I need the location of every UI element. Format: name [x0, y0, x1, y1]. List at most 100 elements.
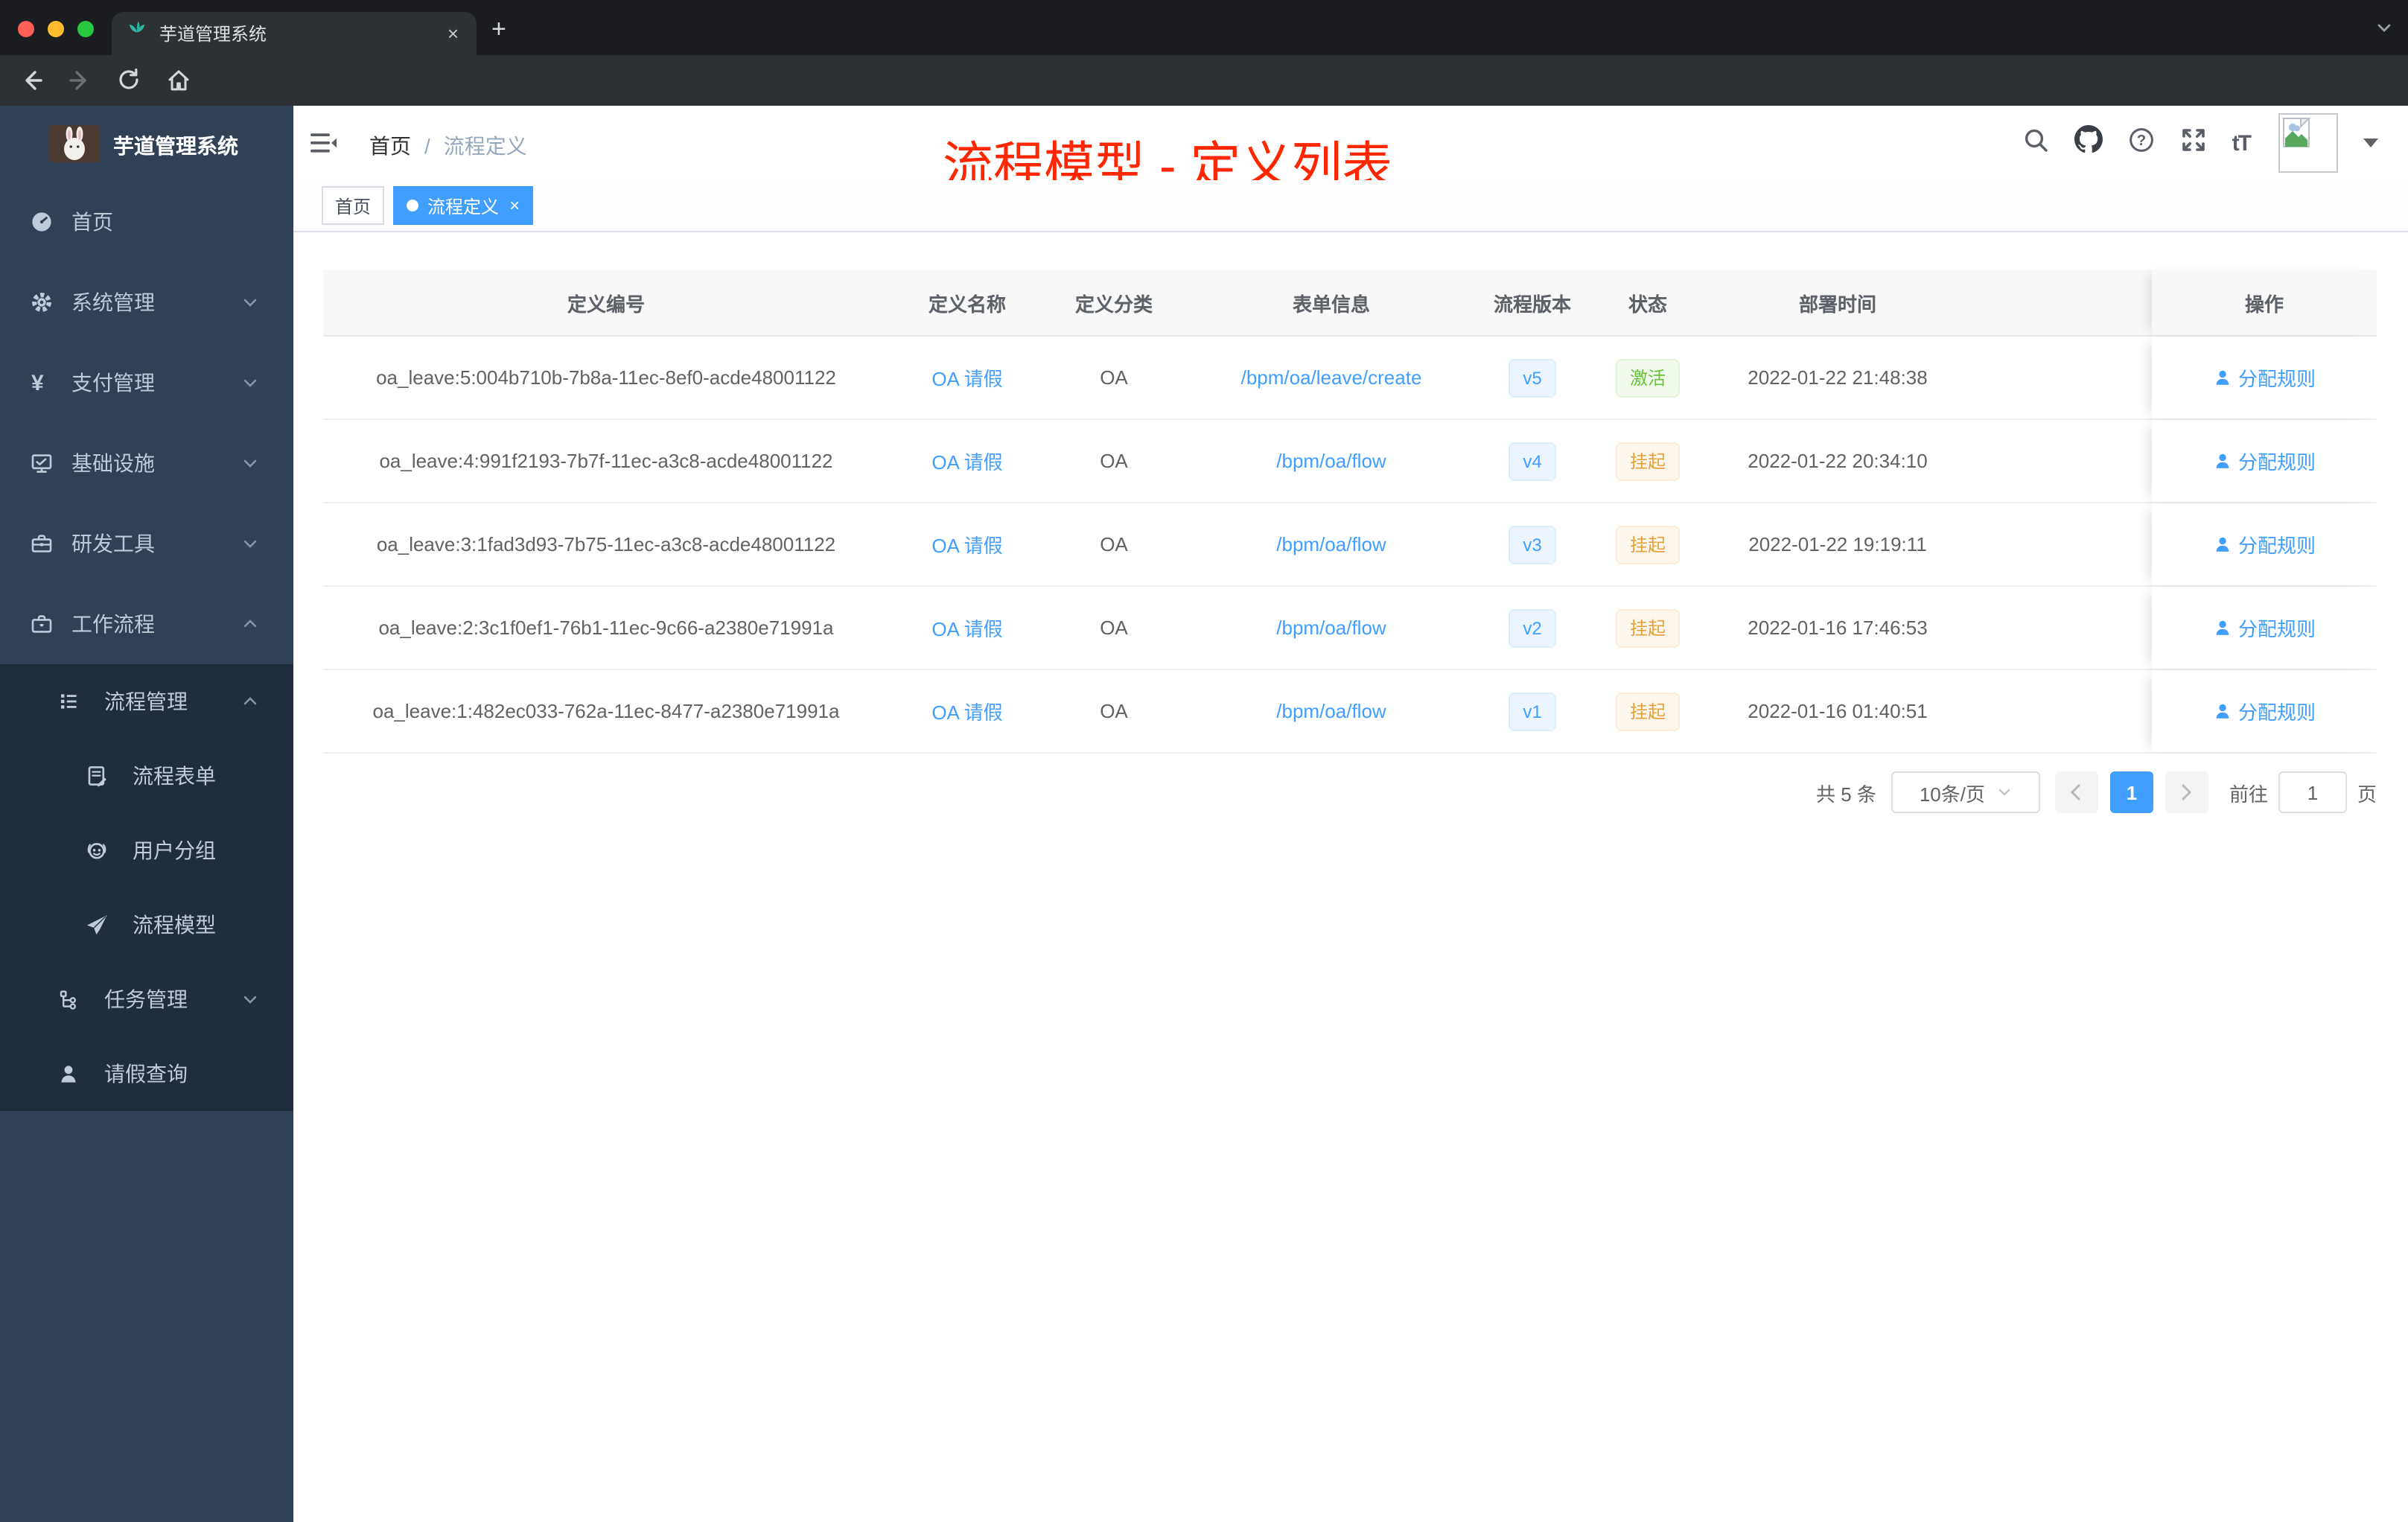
- tag-process-definition[interactable]: 流程定义 ×: [393, 186, 534, 225]
- version-badge: v2: [1508, 608, 1557, 647]
- logo-avatar: [49, 125, 100, 162]
- sidebar-logo[interactable]: 芋道管理系统: [0, 106, 293, 182]
- tab-close-icon[interactable]: ×: [445, 22, 462, 45]
- cell-category: OA: [1100, 617, 1128, 639]
- help-icon[interactable]: ?: [2128, 126, 2155, 160]
- avatar-caret-icon[interactable]: [2363, 130, 2378, 156]
- sidebar-item-infrastructure[interactable]: 基础设施: [0, 423, 293, 503]
- sidebar-item-home[interactable]: 首页: [0, 182, 293, 262]
- browser-toolbar: 不安全 dashboard.yudao.iocoder.cn/bpm/manag…: [0, 55, 2408, 155]
- cell-category: OA: [1100, 366, 1128, 389]
- page-number-input[interactable]: [2278, 771, 2347, 813]
- table-row: oa_leave:3:1fad3d93-7b75-11ec-a3c8-acde4…: [323, 503, 2377, 587]
- version-badge: v4: [1508, 442, 1557, 480]
- table-header-row: 定义编号 定义名称 定义分类 表单信息 流程版本 状态 部署时间 操作: [323, 270, 2377, 337]
- reload-icon[interactable]: [116, 67, 141, 100]
- forward-icon[interactable]: [67, 67, 94, 101]
- cell-deploy-time: 2022-01-16 17:46:53: [1748, 617, 1928, 639]
- fullscreen-icon[interactable]: [2180, 126, 2207, 160]
- version-badge: v1: [1508, 692, 1557, 730]
- sidebar-item-process-management[interactable]: 流程管理: [0, 664, 293, 739]
- face-icon: [87, 843, 106, 859]
- definition-name-link[interactable]: OA 请假: [931, 363, 1002, 392]
- tab-search-icon[interactable]: [2375, 18, 2393, 45]
- sidebar-item-leave-query[interactable]: 请假查询: [0, 1037, 293, 1111]
- cell-deploy-time: 2022-01-22 20:34:10: [1748, 450, 1928, 472]
- app-navbar: 首页 / 流程定义 流程模型 - 定义列表 ? tT: [293, 106, 2408, 195]
- sidebar-item-user-group[interactable]: 用户分组: [0, 813, 293, 888]
- tag-close-icon[interactable]: ×: [509, 197, 520, 214]
- new-tab-button[interactable]: +: [491, 15, 506, 45]
- browser-tab[interactable]: 芋道管理系统 ×: [112, 12, 477, 55]
- chevron-right-icon: [2182, 784, 2193, 800]
- current-page-button[interactable]: 1: [2109, 771, 2153, 813]
- prev-page-button[interactable]: [2054, 771, 2098, 813]
- back-icon[interactable]: [18, 67, 45, 101]
- form-info-link[interactable]: /bpm/oa/flow: [1276, 617, 1386, 639]
- form-info-link[interactable]: /bpm/oa/flow: [1276, 450, 1386, 472]
- browser-tab-strip: 芋道管理系统 × +: [0, 0, 2408, 55]
- mac-close-button[interactable]: [18, 20, 34, 36]
- github-icon[interactable]: [2074, 125, 2103, 161]
- tab-title: 芋道管理系统: [159, 24, 267, 45]
- assign-rule-link[interactable]: 分配规则: [2213, 614, 2316, 642]
- form-info-link[interactable]: /bpm/oa/flow: [1276, 700, 1386, 722]
- briefcase-icon: [31, 615, 52, 633]
- table-row: oa_leave:1:482ec033-762a-11ec-8477-a2380…: [323, 670, 2377, 754]
- definition-table: 定义编号 定义名称 定义分类 表单信息 流程版本 状态 部署时间 操作 oa_l…: [323, 270, 2377, 754]
- hierarchy-icon: [60, 990, 76, 1010]
- sidebar-item-workflow[interactable]: 工作流程: [0, 584, 293, 664]
- user-avatar[interactable]: [2278, 113, 2338, 173]
- breadcrumb-home[interactable]: 首页: [369, 134, 411, 158]
- sidebar-item-system[interactable]: 系统管理: [0, 262, 293, 343]
- monitor-icon: [31, 454, 52, 473]
- definition-name-link[interactable]: OA 请假: [931, 530, 1002, 558]
- page-size-select[interactable]: 10条/页: [1891, 771, 2040, 813]
- assign-rule-link[interactable]: 分配规则: [2213, 447, 2316, 475]
- col-header-version: 流程版本: [1493, 293, 1571, 315]
- definition-name-link[interactable]: OA 请假: [931, 447, 1002, 475]
- table-row: oa_leave:2:3c1f0ef1-76b1-11ec-9c66-a2380…: [323, 587, 2377, 670]
- cell-category: OA: [1100, 450, 1128, 472]
- user-icon: [2216, 453, 2229, 468]
- sidebar-item-process-form[interactable]: 流程表单: [0, 739, 293, 813]
- assign-rule-link[interactable]: 分配规则: [2213, 530, 2316, 558]
- definition-name-link[interactable]: OA 请假: [931, 614, 1002, 642]
- chevron-down-icon: [243, 459, 257, 468]
- dashboard-icon: [32, 212, 51, 232]
- col-header-id: 定义编号: [567, 293, 645, 315]
- chevron-left-icon: [2071, 784, 2081, 800]
- search-icon[interactable]: [2022, 126, 2049, 160]
- page-content: 定义编号 定义名称 定义分类 表单信息 流程版本 状态 部署时间 操作 oa_l…: [293, 232, 2408, 1522]
- breadcrumb-current: 流程定义: [443, 134, 527, 158]
- definition-name-link[interactable]: OA 请假: [931, 697, 1002, 725]
- sidebar-item-process-model[interactable]: 流程模型: [0, 888, 293, 962]
- tags-view-bar: 首页 流程定义 ×: [293, 180, 2408, 232]
- table-row: oa_leave:4:991f2193-7b7f-11ec-a3c8-acde4…: [323, 420, 2377, 503]
- sidebar-item-dev-tools[interactable]: 研发工具: [0, 503, 293, 584]
- font-size-icon[interactable]: tT: [2232, 130, 2252, 156]
- sidebar-item-task-management[interactable]: 任务管理: [0, 962, 293, 1037]
- version-badge: v3: [1508, 525, 1557, 564]
- toolbox-icon: [31, 535, 52, 553]
- mac-minimize-button[interactable]: [48, 20, 64, 36]
- next-page-button[interactable]: [2165, 771, 2208, 813]
- home-icon[interactable]: [165, 67, 192, 101]
- chevron-down-icon: [243, 299, 257, 307]
- cell-definition-id: oa_leave:5:004b710b-7b8a-11ec-8ef0-acde4…: [376, 366, 836, 389]
- col-header-deploy-time: 部署时间: [1798, 293, 1876, 315]
- tag-home[interactable]: 首页: [322, 186, 385, 225]
- mac-zoom-button[interactable]: [77, 20, 94, 36]
- pagination-total: 共 5 条: [1816, 783, 1876, 805]
- assign-rule-link[interactable]: 分配规则: [2213, 697, 2316, 725]
- chevron-down-icon: [243, 540, 257, 548]
- sidebar-toggle-icon[interactable]: [308, 128, 338, 165]
- form-info-link[interactable]: /bpm/oa/flow: [1276, 533, 1386, 555]
- form-edit-icon: [88, 766, 106, 787]
- form-info-link[interactable]: /bpm/oa/leave/create: [1241, 366, 1422, 389]
- assign-rule-link[interactable]: 分配规则: [2213, 363, 2316, 392]
- user-icon: [2216, 704, 2229, 719]
- screenshot-root: 芋道管理系统 × + 不安全 dashboard.yudao.iocoder.c…: [0, 0, 2408, 1522]
- paper-plane-icon: [87, 915, 107, 934]
- sidebar-item-payment[interactable]: ¥ 支付管理: [0, 343, 293, 423]
